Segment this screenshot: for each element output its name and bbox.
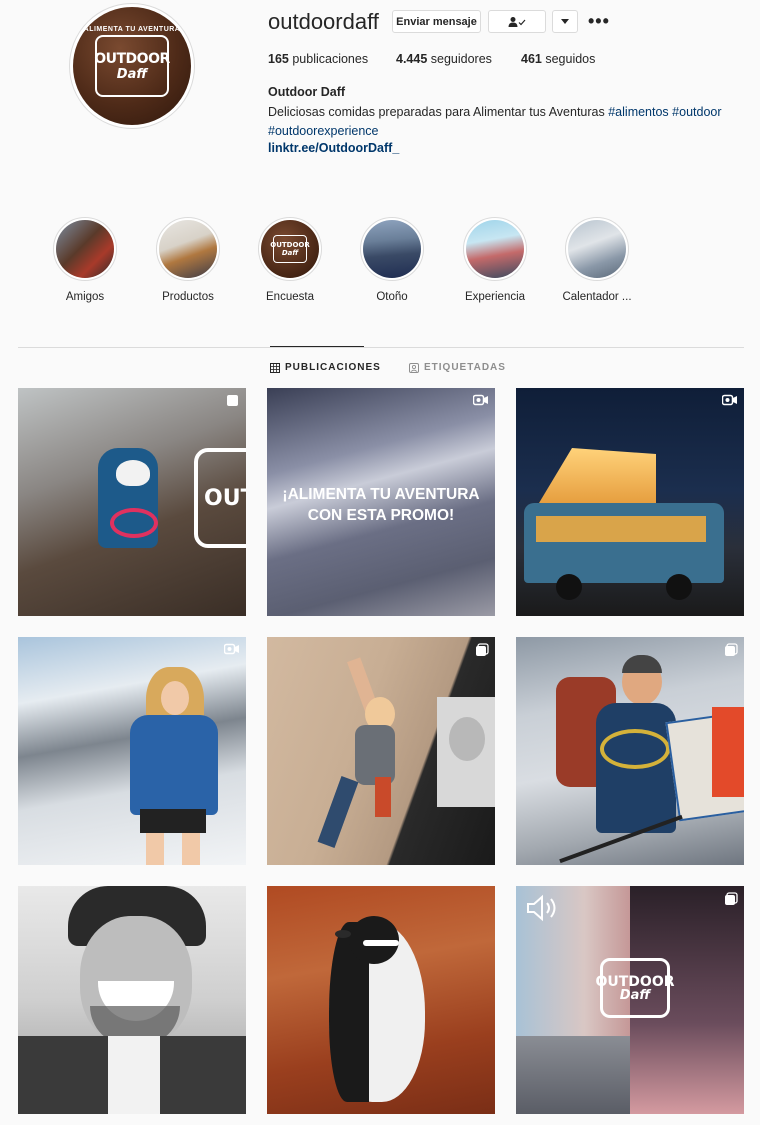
post-tile[interactable] xyxy=(516,388,744,616)
post-tile[interactable]: OUT xyxy=(18,388,246,616)
carousel-icon xyxy=(725,892,738,905)
send-message-button[interactable]: Enviar mensaje xyxy=(392,10,481,33)
post-tile[interactable]: OUTDOOR Daff xyxy=(516,886,744,1114)
profile-page: OUTDOOR Daff ALIMENTA TU AVENTURA outdoo… xyxy=(0,0,760,1125)
carousel-icon xyxy=(476,643,489,656)
highlight-cover xyxy=(568,220,626,278)
highlight-cover: OUTDOOR Daff xyxy=(261,220,319,278)
grid-icon xyxy=(270,362,280,373)
highlight-label: Amigos xyxy=(65,291,105,303)
post-tile[interactable]: ¡ALIMENTA TU AVENTURA CON ESTA PROMO! xyxy=(267,388,495,616)
highlight-cover xyxy=(56,220,114,278)
post-overlay-text: ¡ALIMENTA TU AVENTURA CON ESTA PROMO! xyxy=(282,486,480,524)
caret-down-icon xyxy=(561,19,569,24)
highlight-label: Experiencia xyxy=(464,291,526,303)
following-button[interactable] xyxy=(488,10,546,33)
tagged-icon xyxy=(409,362,419,373)
sound-icon xyxy=(527,894,556,922)
post-tile[interactable] xyxy=(267,637,495,865)
avatar-arc-text: ALIMENTA TU AVENTURA xyxy=(83,26,181,33)
tab-publicaciones[interactable]: PUBLICACIONES xyxy=(270,362,381,373)
highlight-cover xyxy=(159,220,217,278)
hashtag-link[interactable]: #outdoor xyxy=(672,105,721,119)
profile-bio: Deliciosas comidas preparadas para Alime… xyxy=(268,105,722,138)
following-count[interactable]: 461 seguidos xyxy=(521,52,595,66)
active-tab-indicator xyxy=(270,346,364,347)
post-tile[interactable] xyxy=(516,637,744,865)
profile-website-link[interactable]: linktr.ee/OutdoorDaff_ xyxy=(268,141,399,155)
highlight-label: Productos xyxy=(162,291,214,303)
outdoor-daff-logo: OUTDOOR Daff xyxy=(94,35,170,97)
video-icon xyxy=(473,394,488,406)
highlight-otono[interactable]: Otoño xyxy=(347,217,437,303)
post-tile[interactable] xyxy=(267,886,495,1114)
tab-etiquetadas[interactable]: ETIQUETADAS xyxy=(409,362,506,373)
post-tile[interactable] xyxy=(18,637,246,865)
suggestions-dropdown-button[interactable] xyxy=(552,10,578,33)
person-check-icon xyxy=(508,16,526,27)
highlight-cover xyxy=(466,220,524,278)
carousel-icon xyxy=(227,395,238,406)
hashtag-link[interactable]: #outdoorexperience xyxy=(268,124,379,138)
profile-username: outdoordaff xyxy=(268,9,379,34)
highlight-label: Encuesta xyxy=(266,291,314,303)
highlight-label: Otoño xyxy=(376,291,408,303)
video-icon xyxy=(224,643,239,655)
followers-count[interactable]: 4.445 seguidores xyxy=(396,52,492,66)
avatar-image: OUTDOOR Daff xyxy=(73,7,191,125)
hashtag-link[interactable]: #alimentos xyxy=(608,105,668,119)
posts-count: 165 publicaciones xyxy=(268,52,369,66)
highlight-cover xyxy=(363,220,421,278)
highlight-productos[interactable]: Productos xyxy=(143,217,233,303)
profile-full-name: Outdoor Daff xyxy=(268,85,346,99)
post-tile[interactable] xyxy=(18,886,246,1114)
carousel-icon xyxy=(725,643,738,656)
more-options-icon[interactable]: ••• xyxy=(588,11,610,32)
highlight-calentador[interactable]: Calentador ... xyxy=(552,217,642,303)
highlight-experiencia[interactable]: Experiencia xyxy=(450,217,540,303)
video-icon xyxy=(722,394,737,406)
tabs-divider xyxy=(18,347,744,348)
highlight-amigos[interactable]: Amigos xyxy=(40,217,130,303)
highlight-label: Calentador ... xyxy=(562,291,632,303)
highlight-encuesta[interactable]: OUTDOOR Daff Encuesta xyxy=(245,217,335,303)
profile-avatar[interactable]: OUTDOOR Daff ALIMENTA TU AVENTURA xyxy=(69,3,195,129)
